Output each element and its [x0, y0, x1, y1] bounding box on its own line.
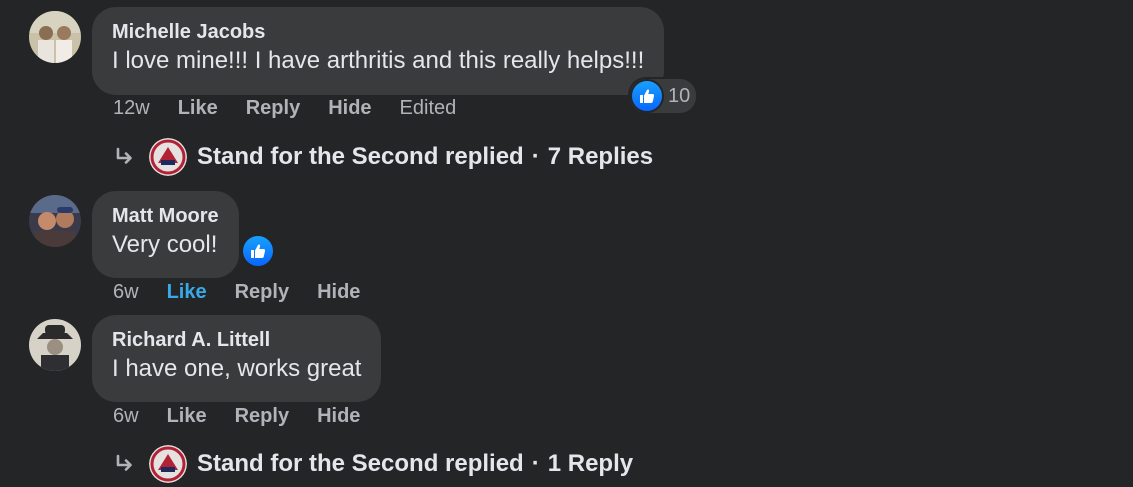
comment-bubble: Richard A. Littell I have one, works gre… [92, 315, 382, 402]
separator: · [531, 143, 540, 170]
like-button[interactable]: Like [178, 96, 218, 120]
comment-actions: 6w Like Reply Hide [113, 280, 360, 304]
like-icon [243, 236, 273, 266]
reply-arrow-icon [116, 147, 132, 164]
reaction-summary[interactable] [243, 236, 273, 266]
reply-arrow-icon [116, 454, 132, 471]
like-button[interactable]: Like [167, 280, 207, 304]
comment-timestamp[interactable]: 12w [113, 96, 150, 120]
comment-author[interactable]: Richard A. Littell [112, 327, 361, 353]
comment-bubble: Michelle Jacobs I love mine!!! I have ar… [92, 7, 665, 95]
reply-count: 1 Reply [547, 450, 634, 477]
comment-author[interactable]: Michelle Jacobs [112, 19, 644, 45]
comment-actions: 12w Like Reply Hide Edited [113, 96, 456, 120]
separator: · [531, 450, 540, 477]
comment-text: I love mine!!! I have arthritis and this… [112, 47, 645, 74]
reply-button[interactable]: Reply [235, 404, 289, 428]
comment-author[interactable]: Matt Moore [112, 203, 219, 229]
comment-text: I have one, works great [112, 355, 362, 382]
reaction-summary[interactable]: 10 [630, 79, 697, 113]
page-avatar [149, 138, 187, 176]
reply-count: 7 Replies [547, 143, 654, 170]
comment-timestamp[interactable]: 6w [113, 280, 139, 304]
comment-bubble: Matt Moore Very cool! [92, 191, 239, 278]
replier-name: Stand for the Second replied [197, 450, 524, 477]
replier-name: Stand for the Second replied [197, 143, 524, 170]
page-avatar [149, 445, 187, 483]
hide-button[interactable]: Hide [317, 280, 360, 304]
hide-button[interactable]: Hide [317, 404, 360, 428]
comment-actions: 6w Like Reply Hide [113, 404, 360, 428]
view-replies-link[interactable]: Stand for the Second replied · 7 Replies [113, 138, 653, 176]
comment-text: Very cool! [112, 231, 218, 258]
edited-label[interactable]: Edited [400, 96, 457, 120]
comment-timestamp[interactable]: 6w [113, 404, 139, 428]
avatar[interactable] [29, 195, 81, 247]
view-replies-link[interactable]: Stand for the Second replied · 1 Reply [113, 445, 633, 483]
like-icon [632, 81, 662, 111]
like-button[interactable]: Like [167, 404, 207, 428]
reply-button[interactable]: Reply [235, 280, 289, 304]
hide-button[interactable]: Hide [328, 96, 371, 120]
avatar[interactable] [29, 11, 81, 63]
reply-button[interactable]: Reply [246, 96, 300, 120]
reaction-count: 10 [668, 84, 691, 107]
avatar[interactable] [29, 319, 81, 371]
